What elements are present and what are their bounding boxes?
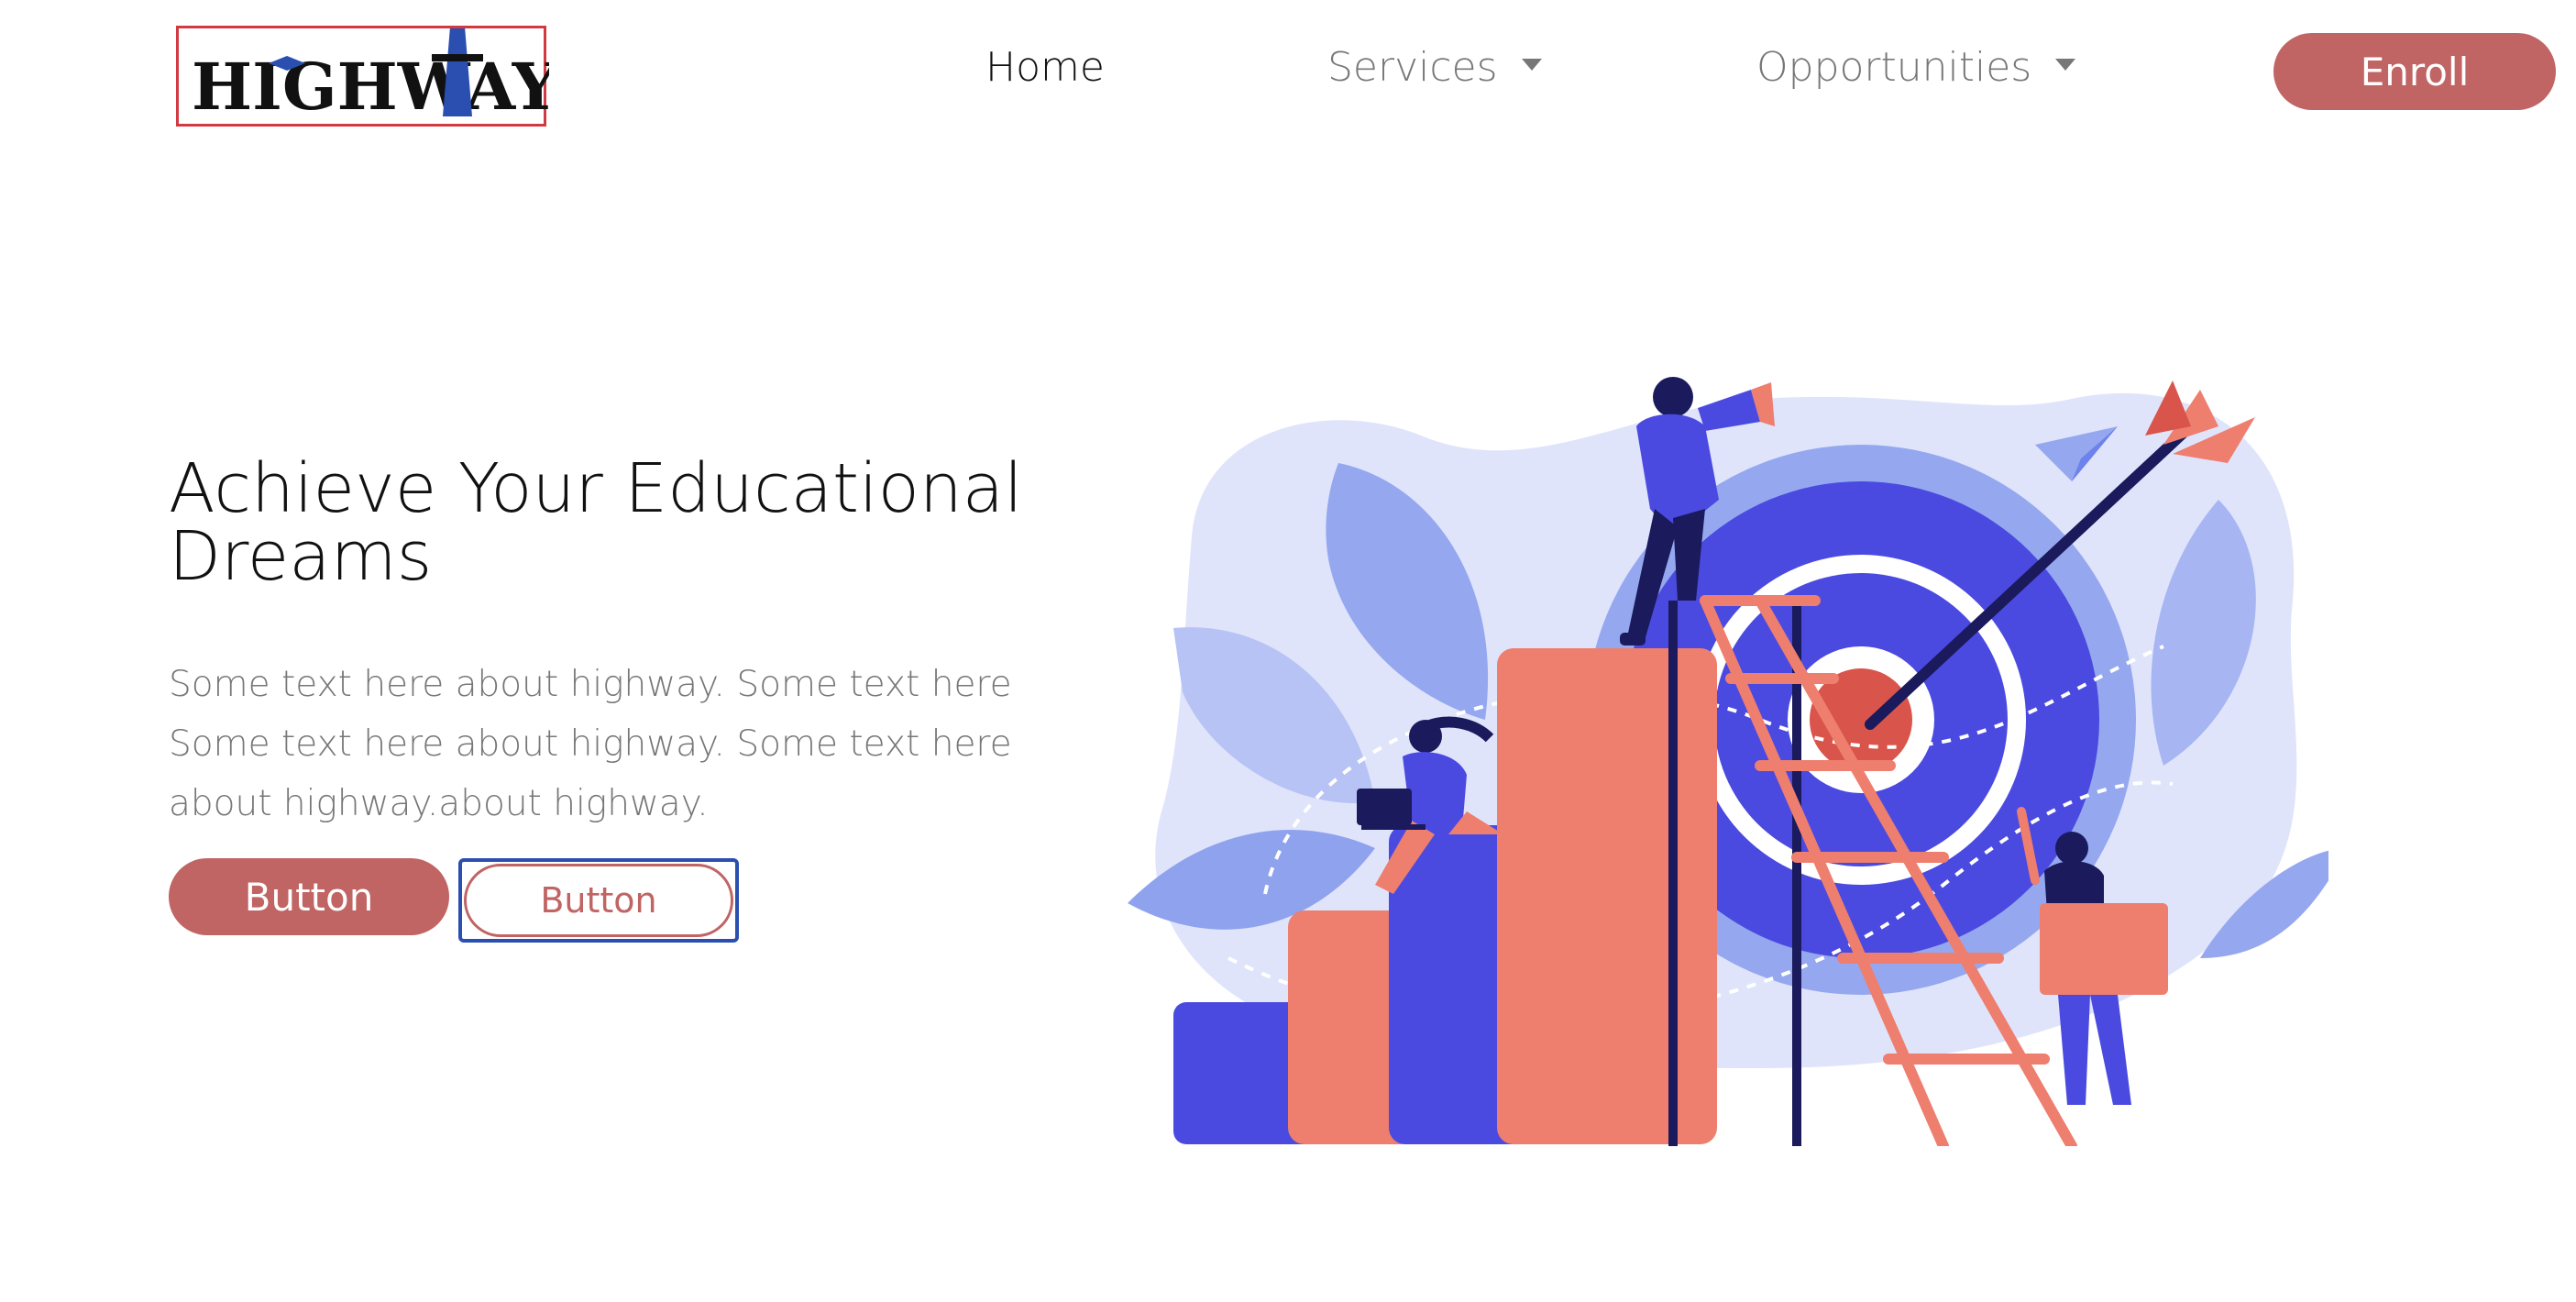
highway-logo-icon: HIGHWAY: [192, 28, 549, 125]
secondary-button[interactable]: Button: [464, 864, 733, 937]
nav-services[interactable]: Services: [1327, 44, 1542, 91]
hero-title: Achieve Your Educational Dreams: [169, 455, 1085, 590]
chevron-down-icon: [1521, 58, 1542, 71]
hero-text-line1: Some text here about highway. Some text …: [169, 664, 1012, 705]
primary-button[interactable]: Button: [169, 858, 449, 935]
nav-services-label: Services: [1327, 44, 1498, 91]
hero-text-line2: Some text here about highway. Some text …: [169, 723, 1012, 765]
nav-home[interactable]: Home: [985, 44, 1105, 91]
highway-logo[interactable]: HIGHWAY: [176, 26, 549, 127]
nav-opportunities[interactable]: Opportunities: [1756, 44, 2076, 91]
hero-text-line3: about highway.about highway.: [169, 783, 709, 824]
nav-home-label: Home: [985, 44, 1105, 91]
hero-title-line2: Dreams: [169, 517, 433, 596]
hero-description: Some text here about highway. Some text …: [169, 655, 1030, 833]
navbar: HIGHWAY Home Services Opportunities Enro…: [0, 0, 2576, 147]
enroll-button[interactable]: Enroll: [2273, 33, 2556, 110]
svg-text:HIGHWAY: HIGHWAY: [192, 49, 549, 125]
secondary-button-focus-ring: Button: [458, 858, 739, 943]
goal-achievement-illustration: [1128, 377, 2328, 1146]
chevron-down-icon: [2055, 58, 2076, 71]
nav-opportunities-label: Opportunities: [1756, 44, 2032, 91]
